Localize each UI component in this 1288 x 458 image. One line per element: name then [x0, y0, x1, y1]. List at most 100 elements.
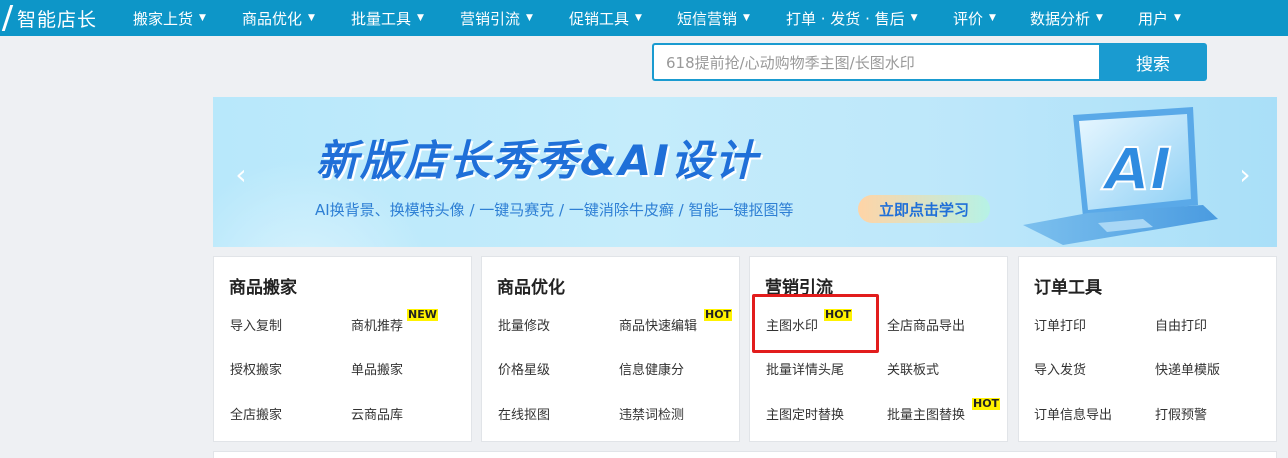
highlight-box [752, 294, 879, 353]
link-cloud-library[interactable]: 云商品库 [351, 404, 403, 423]
chevron-down-icon: ▼ [635, 13, 642, 23]
link-order-print[interactable]: 订单打印 [1034, 315, 1086, 334]
banner-cta-button[interactable]: 立即点击学习 [858, 195, 990, 223]
link-label: 授权搬家 [230, 363, 283, 378]
next-section-edge [213, 451, 1277, 458]
banner-subtitle: AI换背景、换模特头像 / 一键马赛克 / 一键消除牛皮癣 / 智能一键抠图等 [315, 201, 794, 219]
link-free-print[interactable]: 自由打印 [1155, 315, 1207, 334]
new-badge: NEW [407, 308, 438, 321]
link-health-score[interactable]: 信息健康分 [619, 359, 684, 378]
link-label: 批量详情头尾 [766, 363, 845, 378]
chevron-down-icon: ▼ [199, 13, 206, 23]
hot-badge: HOT [704, 308, 733, 321]
nav-item-label: 促销工具 [569, 9, 630, 28]
link-label: 全店搬家 [230, 408, 283, 423]
nav-item-promotion-tools[interactable]: 促销工具 ▼ [569, 0, 642, 36]
nav-item-label: 搬家上货 [133, 9, 194, 28]
link-waybill-template[interactable]: 快递单模版 [1155, 359, 1220, 378]
nav-item-move-goods[interactable]: 搬家上货 ▼ [133, 0, 206, 36]
link-label: 关联板式 [887, 363, 940, 378]
chevron-down-icon: ▼ [1096, 13, 1103, 23]
logo-mark-icon [1, 5, 14, 31]
link-export-products[interactable]: 全店商品导出 [887, 315, 965, 334]
nav-item-label: 短信营销 [677, 9, 738, 28]
link-import-copy[interactable]: 导入复制 [230, 315, 282, 334]
link-label: 违禁词检测 [619, 408, 685, 423]
search-button[interactable]: 搜索 [1099, 43, 1207, 81]
link-single-move[interactable]: 单品搬家 [351, 359, 403, 378]
link-batch-edit[interactable]: 批量修改 [498, 315, 550, 334]
top-nav-bar: 智能店长 搬家上货 ▼ 商品优化 ▼ 批量工具 ▼ 营销引流 ▼ 促销工具 ▼ 短信营销 ▼… [0, 0, 1288, 36]
link-label: 订单打印 [1034, 319, 1087, 334]
card-order-tools: 订单工具 订单打印 自由打印 导入发货 快递单模版 订单信息导出 打假预警 [1018, 256, 1277, 442]
link-order-export[interactable]: 订单信息导出 [1034, 404, 1112, 423]
link-detail-header-footer[interactable]: 批量详情头尾 [766, 359, 844, 378]
card-title: 订单工具 [1034, 278, 1102, 298]
nav-item-label: 评价 [953, 9, 984, 28]
chevron-down-icon: ▼ [1174, 13, 1181, 23]
link-batch-image-replace[interactable]: 批量主图替换 HOT [887, 398, 1001, 423]
link-store-move[interactable]: 全店搬家 [230, 404, 282, 423]
chevron-down-icon: ▼ [989, 13, 996, 23]
link-label: 导入发货 [1034, 363, 1087, 378]
link-import-ship[interactable]: 导入发货 [1034, 359, 1086, 378]
link-label: 批量修改 [498, 319, 551, 334]
chevron-down-icon: ▼ [526, 13, 533, 23]
chevron-down-icon: ▼ [743, 13, 750, 23]
link-label: 信息健康分 [619, 363, 685, 378]
link-label: 商品快速编辑 [619, 319, 698, 334]
link-label: 主图定时替换 [766, 408, 845, 423]
nav-item-marketing[interactable]: 营销引流 ▼ [460, 0, 533, 36]
link-label: 商机推荐 [351, 319, 404, 334]
link-scheduled-replace[interactable]: 主图定时替换 [766, 404, 844, 423]
link-label: 自由打印 [1155, 319, 1208, 334]
nav-item-sms-marketing[interactable]: 短信营销 ▼ [677, 0, 750, 36]
search-input[interactable]: 618提前抢/心动购物季主图/长图水印 [652, 43, 1099, 81]
card-title: 商品优化 [497, 278, 565, 298]
nav-item-print-ship-aftersale[interactable]: 打单 · 发货 · 售后 ▼ [786, 0, 918, 36]
link-label: 云商品库 [351, 408, 404, 423]
logo[interactable]: 智能店长 [0, 0, 115, 36]
link-label: 全店商品导出 [887, 319, 966, 334]
nav-item-batch-tools[interactable]: 批量工具 ▼ [351, 0, 424, 36]
link-label: 订单信息导出 [1034, 408, 1113, 423]
link-label: 快递单模版 [1155, 363, 1221, 378]
link-label: 在线抠图 [498, 408, 551, 423]
banner-next-arrow-icon[interactable]: › [1235, 158, 1255, 191]
link-related-layout[interactable]: 关联板式 [887, 359, 939, 378]
nav-item-reviews[interactable]: 评价 ▼ [953, 0, 996, 36]
banner-prev-arrow-icon[interactable]: ‹ [231, 158, 251, 191]
hot-badge: HOT [972, 397, 1001, 410]
chevron-down-icon: ▼ [417, 13, 424, 23]
banner-title: 新版店长秀秀&AI设计 [316, 136, 759, 185]
link-price-rating[interactable]: 价格星级 [498, 359, 550, 378]
chevron-down-icon: ▼ [910, 13, 918, 23]
laptop-ai-text: AI [1101, 135, 1171, 203]
nav-item-label: 打单 · 发货 · 售后 [786, 9, 905, 28]
nav-item-product-optimize[interactable]: 商品优化 ▼ [242, 0, 315, 36]
nav-item-label: 商品优化 [242, 9, 303, 28]
link-opportunity-recommend[interactable]: 商机推荐 NEW [351, 309, 438, 334]
link-label: 打假预警 [1155, 408, 1208, 423]
search-placeholder: 618提前抢/心动购物季主图/长图水印 [666, 53, 915, 72]
nav-item-label: 用户 [1138, 9, 1169, 28]
nav-item-label: 营销引流 [460, 9, 521, 28]
card-product-move: 商品搬家 导入复制 商机推荐 NEW 授权搬家 单品搬家 全店搬家 云商品库 [213, 256, 472, 442]
nav-item-data-analysis[interactable]: 数据分析 ▼ [1030, 0, 1103, 36]
logo-text: 智能店长 [17, 8, 98, 31]
link-label: 批量主图替换 [887, 408, 966, 423]
link-anti-fraud-alert[interactable]: 打假预警 [1155, 404, 1207, 423]
promo-banner[interactable]: 新版店长秀秀&AI设计 AI换背景、换模特头像 / 一键马赛克 / 一键消除牛皮… [213, 97, 1277, 247]
chevron-down-icon: ▼ [308, 13, 315, 23]
link-authorized-move[interactable]: 授权搬家 [230, 359, 282, 378]
card-product-optimize: 商品优化 批量修改 商品快速编辑 HOT 价格星级 信息健康分 在线抠图 违禁词检… [481, 256, 740, 442]
laptop-illustration-icon: AI [1003, 107, 1223, 247]
link-label: 单品搬家 [351, 363, 404, 378]
link-online-cutout[interactable]: 在线抠图 [498, 404, 550, 423]
link-banned-words[interactable]: 违禁词检测 [619, 404, 684, 423]
link-quick-edit[interactable]: 商品快速编辑 HOT [619, 309, 733, 334]
nav-item-user[interactable]: 用户 ▼ [1138, 0, 1181, 36]
nav-item-label: 批量工具 [351, 9, 412, 28]
card-title: 商品搬家 [229, 278, 297, 298]
nav-item-label: 数据分析 [1030, 9, 1091, 28]
